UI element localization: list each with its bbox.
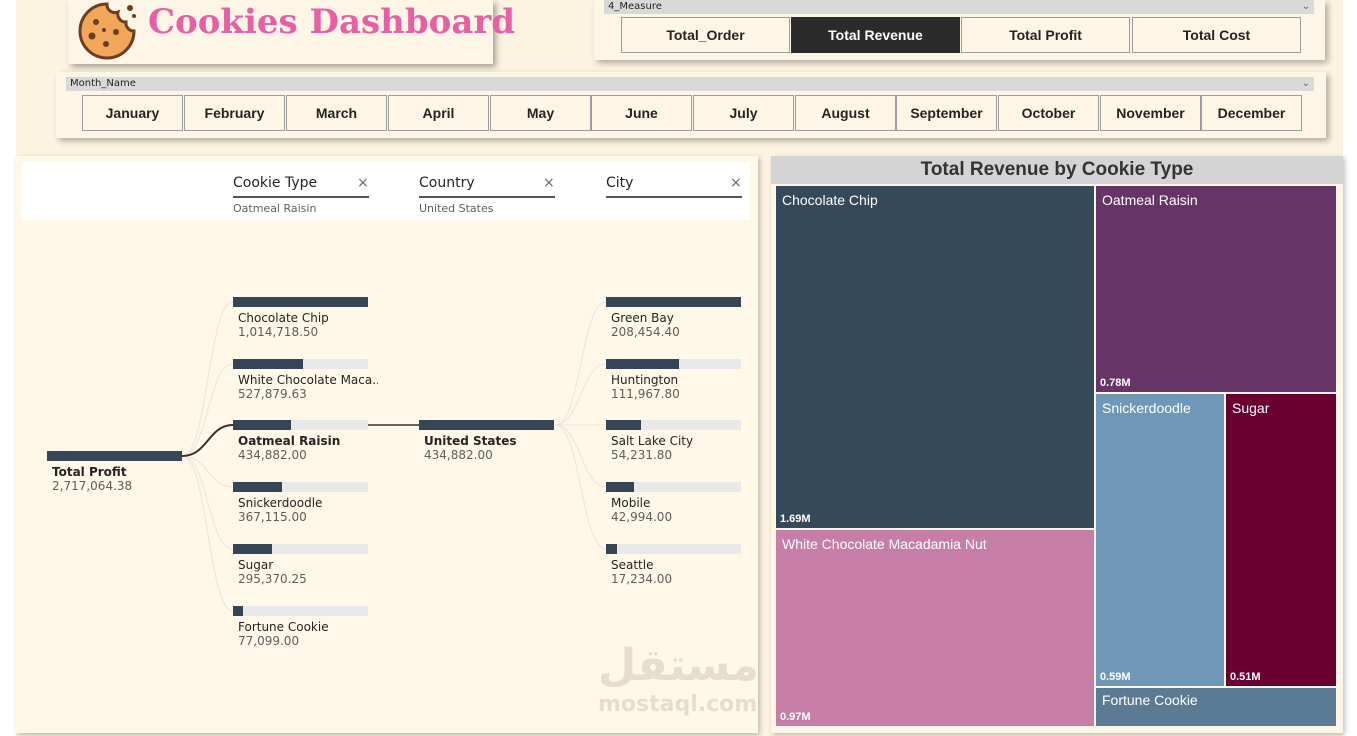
measure-slicer-field: 4_Measure <box>608 1 662 12</box>
treemap-tile-white-chocolate-macadamia-nut[interactable]: White Chocolate Macadamia Nut 0.97M <box>776 530 1094 726</box>
node-value: 434,882.00 <box>238 448 307 462</box>
node-label: Sugar <box>238 558 274 572</box>
node-bar <box>233 482 282 492</box>
measure-slicer: 4_Measure ⌄ Total_Order Total Revenue To… <box>594 0 1325 60</box>
node-value: 54,231.80 <box>611 448 673 462</box>
node-value: 17,234.00 <box>611 572 673 586</box>
node-label: Snickerdoodle <box>238 496 323 510</box>
node-label: United States <box>424 434 517 448</box>
node-label: Oatmeal Raisin <box>238 434 341 448</box>
month-button-march[interactable]: March <box>286 95 387 131</box>
month-button-august[interactable]: August <box>795 95 896 131</box>
month-button-april[interactable]: April <box>388 95 489 131</box>
node-value: 111,967.80 <box>611 387 680 401</box>
node-label: Salt Lake City <box>611 434 694 448</box>
tile-value: 0.78M <box>1100 377 1131 389</box>
measure-button-total-profit[interactable]: Total Profit <box>961 17 1130 53</box>
chevron-down-icon[interactable]: ⌄ <box>1302 77 1310 91</box>
month-button-october[interactable]: October <box>998 95 1099 131</box>
node-bar <box>419 420 554 430</box>
node-bar <box>233 297 368 307</box>
node-bar <box>233 420 291 430</box>
node-value: 1,014,718.50 <box>238 325 319 339</box>
measure-button-total-cost[interactable]: Total Cost <box>1132 17 1301 53</box>
node-label: Fortune Cookie <box>238 620 329 634</box>
month-button-september[interactable]: September <box>896 95 997 131</box>
tile-label: Fortune Cookie <box>1102 692 1198 708</box>
node-bar <box>233 544 272 554</box>
tile-label: Sugar <box>1232 400 1270 416</box>
treemap-tile-fortune-cookie[interactable]: Fortune Cookie <box>1096 688 1336 726</box>
measure-button-total-order[interactable]: Total_Order <box>621 17 790 53</box>
node-bar <box>47 451 182 461</box>
node-value: 295,370.25 <box>238 572 307 586</box>
node-label: Seattle <box>611 558 654 572</box>
treemap-tile-chocolate-chip[interactable]: Chocolate Chip 1.69M <box>776 186 1094 528</box>
treemap-tile-oatmeal-raisin[interactable]: Oatmeal Raisin 0.78M <box>1096 186 1336 392</box>
month-slicer: Month_Name ⌄ January February March Apri… <box>56 72 1326 138</box>
node-bar <box>606 359 679 369</box>
node-bar <box>233 606 243 616</box>
month-slicer-header[interactable]: Month_Name ⌄ <box>66 77 1314 91</box>
month-button-february[interactable]: February <box>184 95 285 131</box>
treemap-tile-sugar[interactable]: Sugar 0.51M <box>1226 394 1336 686</box>
chevron-down-icon[interactable]: ⌄ <box>1302 0 1310 14</box>
month-button-december[interactable]: December <box>1201 95 1302 131</box>
node-value: 42,994.00 <box>611 510 673 524</box>
tile-value: 0.51M <box>1230 671 1261 683</box>
treemap-tile-snickerdoodle[interactable]: Snickerdoodle 0.59M <box>1096 394 1224 686</box>
tile-value: 0.97M <box>780 711 811 723</box>
month-button-june[interactable]: June <box>591 95 692 131</box>
month-button-january[interactable]: January <box>82 95 183 131</box>
tile-label: Chocolate Chip <box>782 192 878 208</box>
watermark-latin: mostaql.com <box>598 692 758 717</box>
treemap-panel: Total Revenue by Cookie Type Chocolate C… <box>771 156 1343 733</box>
watermark-arabic: مستقل <box>598 640 759 691</box>
treemap-title: Total Revenue by Cookie Type <box>771 156 1343 184</box>
measure-button-total-revenue[interactable]: Total Revenue <box>791 17 960 53</box>
dashboard-title: Cookies Dashboard <box>148 2 516 42</box>
tile-value: 1.69M <box>780 513 811 525</box>
node-bar <box>606 420 641 430</box>
node-value: 527,879.63 <box>238 387 307 401</box>
node-value: 367,115.00 <box>238 510 307 524</box>
tile-value: 0.59M <box>1100 671 1131 683</box>
node-label: Total Profit <box>52 465 127 479</box>
node-value: 2,717,064.38 <box>52 479 133 493</box>
node-label: Green Bay <box>611 311 674 325</box>
node-value: 208,454.40 <box>611 325 680 339</box>
node-label: Huntington <box>611 373 679 387</box>
node-bar <box>606 544 617 554</box>
tile-label: Oatmeal Raisin <box>1102 192 1198 208</box>
tile-label: Snickerdoodle <box>1102 400 1191 416</box>
tile-label: White Chocolate Macadamia Nut <box>782 536 987 552</box>
node-bar-track <box>606 544 741 554</box>
month-button-july[interactable]: July <box>693 95 794 131</box>
title-card: Cookies Dashboard <box>68 0 515 64</box>
node-bar-track <box>233 606 368 616</box>
node-value: 77,099.00 <box>238 634 300 648</box>
left-page-margin <box>0 0 16 736</box>
node-value: 434,882.00 <box>424 448 493 462</box>
node-label: White Chocolate Maca... <box>238 373 378 387</box>
node-bar <box>606 297 741 307</box>
node-bar <box>606 482 634 492</box>
node-bar <box>233 359 303 369</box>
month-button-may[interactable]: May <box>490 95 591 131</box>
node-label: Chocolate Chip <box>238 311 329 325</box>
month-slicer-field: Month_Name <box>70 78 136 89</box>
right-page-margin <box>1343 0 1357 736</box>
cookie-icon <box>78 2 136 60</box>
month-button-november[interactable]: November <box>1100 95 1201 131</box>
measure-slicer-header[interactable]: 4_Measure ⌄ <box>604 0 1314 14</box>
node-label: Mobile <box>611 496 651 510</box>
